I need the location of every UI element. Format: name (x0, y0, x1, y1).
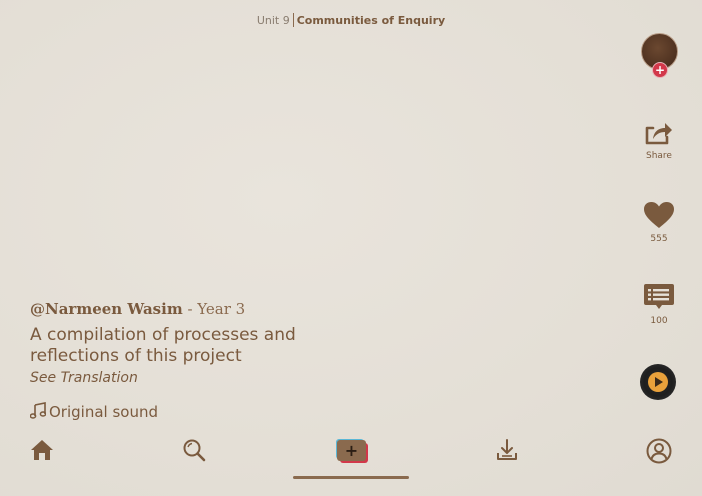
nav-home-button[interactable] (30, 438, 56, 464)
follow-plus-icon[interactable]: + (652, 62, 668, 78)
like-count: 555 (650, 234, 668, 244)
share-icon (645, 123, 672, 145)
creator-avatar-button[interactable]: + (641, 33, 678, 78)
nav-create-button[interactable]: + (336, 439, 368, 463)
comment-button[interactable]: 100 (638, 283, 680, 326)
video-caption: @Narmeen Wasim - Year 3 A compilation of… (30, 300, 360, 386)
comment-icon (644, 284, 674, 309)
author-name-link[interactable]: @Narmeen Wasim (30, 300, 183, 318)
comment-count: 100 (650, 316, 668, 326)
download-icon (497, 439, 517, 460)
heart-icon (644, 202, 674, 228)
topic-label[interactable]: Communities of Enquiry (297, 14, 445, 27)
music-disc-button[interactable] (640, 364, 676, 400)
sound-link[interactable]: Original sound (30, 402, 158, 421)
see-translation-link[interactable]: See Translation (30, 370, 360, 386)
share-label: Share (646, 151, 672, 161)
video-description: A compilation of processes and reflectio… (30, 325, 296, 366)
author-year: - Year 3 (182, 300, 246, 318)
play-icon (655, 377, 663, 387)
author-line: @Narmeen Wasim - Year 3 (30, 300, 360, 318)
nav-search-button[interactable] (182, 438, 208, 464)
nav-profile-button[interactable] (646, 438, 672, 464)
nav-download-button[interactable] (495, 438, 521, 464)
home-icon (31, 440, 53, 460)
home-indicator[interactable] (293, 476, 409, 479)
music-note-icon (30, 402, 46, 419)
search-icon (183, 439, 206, 462)
breadcrumb: Unit 9 Communities of Enquiry (0, 13, 702, 27)
sound-label: Original sound (49, 403, 158, 421)
unit-label[interactable]: Unit 9 (257, 14, 290, 27)
like-button[interactable]: 555 (638, 201, 680, 244)
breadcrumb-divider (292, 13, 294, 27)
create-icon: + (336, 439, 368, 463)
share-button[interactable]: Share (638, 120, 680, 161)
video-feed-screen: Unit 9 Communities of Enquiry + Share 555 (0, 0, 702, 496)
profile-icon (646, 438, 672, 464)
